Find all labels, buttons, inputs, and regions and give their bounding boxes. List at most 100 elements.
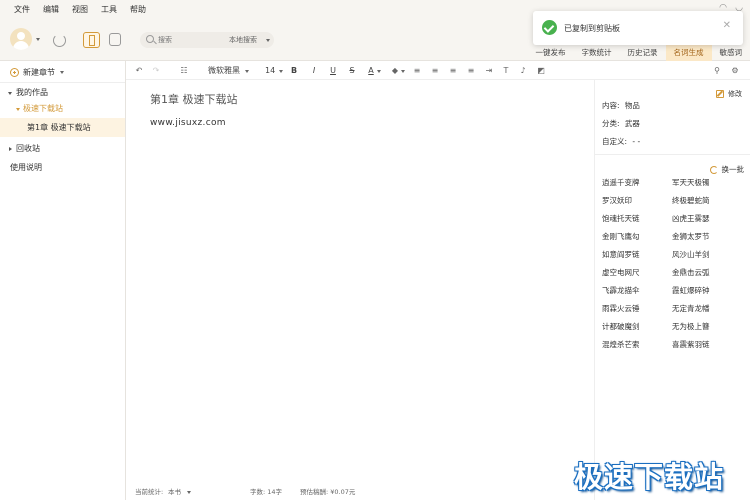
- tree-guide[interactable]: 使用说明: [0, 160, 125, 176]
- menu-view[interactable]: 视图: [72, 4, 88, 15]
- strikethrough-icon[interactable]: S: [347, 65, 357, 76]
- font-size-select[interactable]: 14: [265, 65, 277, 76]
- format-painter-icon[interactable]: ♪: [518, 65, 528, 76]
- tree-recycle-bin[interactable]: 回收站: [0, 141, 125, 157]
- generated-name[interactable]: 虚空电网尺: [602, 267, 640, 278]
- avatar[interactable]: [10, 28, 32, 50]
- edit-button[interactable]: 修改: [716, 89, 742, 99]
- menu-tools[interactable]: 工具: [101, 4, 117, 15]
- redo-icon[interactable]: ↷: [151, 65, 161, 76]
- content-label: 内容:: [602, 101, 620, 110]
- refresh-label: 换一批: [721, 165, 745, 174]
- generated-name[interactable]: 混煌杀芒索: [602, 339, 640, 350]
- search-icon[interactable]: ⚲: [712, 65, 722, 76]
- font-family-select[interactable]: 微软雅黑: [208, 65, 242, 76]
- chevron-down-icon[interactable]: [60, 70, 64, 74]
- align-center-icon[interactable]: ≡: [430, 65, 440, 76]
- top-tabs: 一键发布 字数统计 历史记录 名词生成 敏感词: [528, 44, 750, 61]
- tab-sensitive-words[interactable]: 敏感词: [712, 44, 750, 61]
- align-left-icon[interactable]: ≡: [412, 65, 422, 76]
- tab-publish[interactable]: 一键发布: [528, 44, 574, 61]
- chevron-down-icon[interactable]: [279, 70, 283, 73]
- caret-down-icon[interactable]: [8, 92, 12, 95]
- align-justify-icon[interactable]: ≡: [466, 65, 476, 76]
- align-right-icon[interactable]: ≡: [448, 65, 458, 76]
- generated-name[interactable]: 风沙山羊剑: [672, 249, 710, 260]
- check-circle-icon: [542, 20, 557, 35]
- sync-icon[interactable]: [53, 34, 66, 47]
- search-input[interactable]: [158, 34, 228, 46]
- layout-sidebar-icon[interactable]: [83, 32, 100, 48]
- tree-chapter-selected[interactable]: 第1章 极速下载站: [0, 118, 125, 137]
- new-chapter-label: 新建章节: [23, 67, 55, 77]
- chevron-down-icon[interactable]: [266, 39, 270, 42]
- gear-icon[interactable]: ⚙: [730, 65, 740, 76]
- edit-icon: [716, 90, 724, 98]
- menu-edit[interactable]: 编辑: [43, 4, 59, 15]
- eraser-icon[interactable]: ◩: [536, 65, 546, 76]
- generated-name[interactable]: 雨霖火云锤: [602, 303, 640, 314]
- toast-notification: 已复制到剪贴板 ✕: [533, 11, 743, 45]
- category-attr[interactable]: 分类: 武器: [602, 118, 640, 129]
- generated-name[interactable]: 无定青龙幡: [672, 303, 710, 314]
- custom-value: - -: [632, 137, 641, 146]
- caret-down-icon[interactable]: [16, 108, 20, 111]
- chevron-down-icon[interactable]: [401, 70, 405, 73]
- layout-full-icon[interactable]: [109, 33, 121, 46]
- stat-label: 当前统计:: [135, 488, 164, 496]
- generated-name[interactable]: 如意阎罗链: [602, 249, 640, 260]
- generated-name[interactable]: 饱魂托天链: [602, 213, 640, 224]
- tab-name-generator[interactable]: 名词生成: [665, 44, 712, 61]
- underline-icon[interactable]: U: [328, 65, 338, 76]
- chevron-down-icon[interactable]: [187, 491, 191, 494]
- chapter-title[interactable]: 第1章 极速下载站: [150, 91, 238, 107]
- search-scope-select[interactable]: 本地搜索: [229, 35, 257, 45]
- tree-book[interactable]: 极速下载站: [0, 101, 125, 117]
- chevron-down-icon[interactable]: [377, 70, 381, 73]
- generated-name[interactable]: 计都破魔剑: [602, 321, 640, 332]
- chapter-sidebar: 新建章节 我的作品 极速下载站 第1章 极速下载站 回收站 使用说明: [0, 61, 126, 500]
- generated-name[interactable]: 金狮太罗节: [672, 231, 710, 242]
- divider: [0, 82, 125, 83]
- app-window: 文件 编辑 视图 工具 帮助 ◠ ◡ 本地搜索 一键发布 字数统计 历史记录 名…: [0, 0, 750, 500]
- caret-right-icon[interactable]: [9, 147, 12, 151]
- avatar-body-shape: [13, 41, 29, 50]
- chevron-down-icon[interactable]: [36, 38, 40, 41]
- chevron-down-icon[interactable]: [245, 70, 249, 73]
- generated-name[interactable]: 飞霹龙描伞: [602, 285, 640, 296]
- generated-name[interactable]: 凶虎王雾瑟: [672, 213, 710, 224]
- new-chapter-button[interactable]: 新建章节: [10, 66, 64, 78]
- list-icon[interactable]: ☷: [179, 65, 189, 76]
- estimated-fee: 预估稿酬: ¥0.07元: [300, 488, 356, 496]
- bold-icon[interactable]: B: [289, 65, 299, 76]
- editor-area[interactable]: 第1章 极速下载站 www.jisuxz.com: [126, 80, 594, 484]
- tab-history[interactable]: 历史记录: [620, 44, 666, 61]
- chapter-body[interactable]: www.jisuxz.com: [150, 118, 226, 128]
- generated-name[interactable]: 金刚飞鹰勾: [602, 231, 640, 242]
- italic-icon[interactable]: I: [309, 65, 319, 76]
- indent-icon[interactable]: ⇥: [484, 65, 494, 76]
- undo-icon[interactable]: ↶: [134, 65, 144, 76]
- generated-name[interactable]: 无为极上簪: [672, 321, 710, 332]
- tab-word-count[interactable]: 字数统计: [574, 44, 620, 61]
- edit-label: 修改: [728, 90, 742, 98]
- font-color-icon[interactable]: A: [366, 65, 376, 76]
- close-icon[interactable]: ✕: [723, 21, 731, 31]
- refresh-button[interactable]: 换一批: [709, 164, 745, 175]
- clear-format-icon[interactable]: T: [501, 65, 511, 76]
- content-attr[interactable]: 内容: 物品: [602, 100, 640, 111]
- generated-name[interactable]: 罗汉妖印: [602, 195, 632, 206]
- generated-name[interactable]: 喜震紫羽链: [672, 339, 710, 350]
- generated-name[interactable]: 霞虹爆碎钟: [672, 285, 710, 296]
- word-count: 字数: 14字: [250, 488, 283, 496]
- highlight-icon[interactable]: ◆: [390, 65, 400, 76]
- generated-name[interactable]: 军天天极镯: [672, 177, 710, 188]
- tree-my-works[interactable]: 我的作品: [0, 85, 125, 101]
- menu-file[interactable]: 文件: [14, 4, 30, 15]
- generated-name[interactable]: 逍遥千变牌: [602, 177, 640, 188]
- menu-help[interactable]: 帮助: [130, 4, 146, 15]
- generated-name[interactable]: 金鼎击云弧: [672, 267, 710, 278]
- generated-name[interactable]: 终极碧蛇简: [672, 195, 710, 206]
- custom-attr[interactable]: 自定义: - -: [602, 136, 640, 147]
- stat-scope-select[interactable]: 本书: [168, 484, 181, 500]
